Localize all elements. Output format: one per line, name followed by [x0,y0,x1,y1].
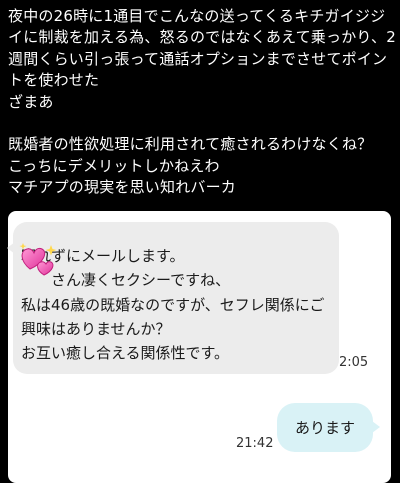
outgoing-timestamp: 21:42 [236,436,274,451]
incoming-message-text: 寝れずにメールします。 さん凄くセクシーですね、 私は46歳の既婚なのですが、セ… [21,247,325,363]
post-caption: 夜中の26時に1通目でこんなの送ってくるキチガイジジイに制裁を加える為、怒るので… [8,7,396,197]
outgoing-message-bubble: あります [277,403,380,452]
incoming-timestamp: 2:05 [339,355,369,370]
sparkling-hearts-icon [19,243,57,276]
chat-screenshot-panel: 寝れずにメールします。 さん凄くセクシーですね、 私は46歳の既婚なのですが、セ… [7,211,391,483]
incoming-message-bubble: 寝れずにメールします。 さん凄くセクシーですね、 私は46歳の既婚なのですが、セ… [7,222,339,374]
outgoing-message-text: あります [294,419,355,437]
